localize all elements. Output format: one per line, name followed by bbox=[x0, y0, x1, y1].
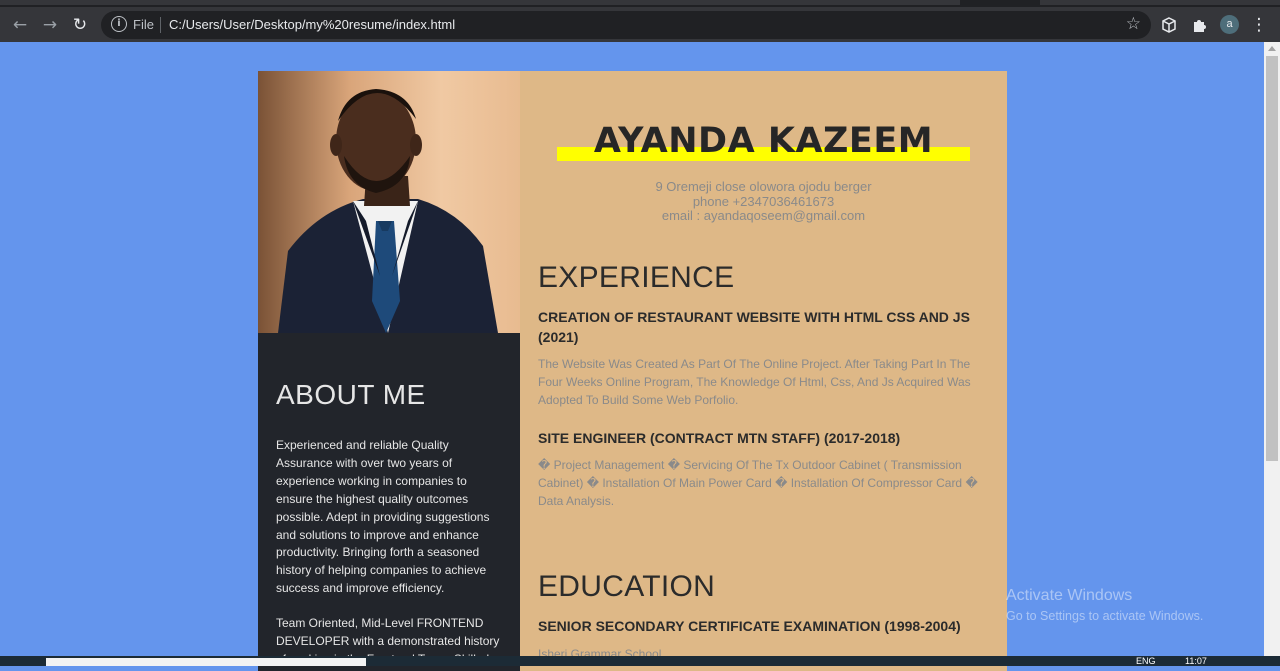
contact-email: email : ayandaqoseem@gmail.com bbox=[661, 208, 866, 223]
tray-language[interactable]: ENG bbox=[1136, 656, 1156, 666]
extension-cube-icon[interactable] bbox=[1158, 14, 1180, 36]
address-bar[interactable]: i File C:/Users/User/Desktop/my%20resume… bbox=[101, 11, 1151, 39]
scrollbar-thumb[interactable] bbox=[1266, 56, 1278, 461]
experience-item-description: � Project Management � Servicing Of The … bbox=[538, 458, 978, 508]
contact-phone: phone +2347036461673 bbox=[692, 193, 835, 209]
back-arrow-icon[interactable]: ← bbox=[9, 14, 31, 36]
reload-icon[interactable]: ↻ bbox=[69, 14, 91, 36]
about-paragraph: Experienced and reliable Quality Assuran… bbox=[276, 438, 490, 596]
scroll-up-arrow-icon[interactable] bbox=[1268, 46, 1276, 51]
experience-item-title: CREATION OF RESTAURANT WEBSITE WITH HTML… bbox=[538, 309, 970, 345]
url-text[interactable]: C:/Users/User/Desktop/my%20resume/index.… bbox=[169, 17, 455, 32]
resume-card: ABOUT ME Experienced and reliable Qualit… bbox=[258, 71, 1007, 671]
os-taskbar: ENG 11:07 bbox=[0, 656, 1280, 666]
bookmark-star-icon[interactable]: ☆ bbox=[1126, 14, 1141, 34]
name-header: AYANDA KAZEEM bbox=[557, 121, 970, 161]
about-title: ABOUT ME bbox=[276, 379, 426, 410]
url-scheme-label: File bbox=[133, 17, 154, 32]
experience-item-title: SITE ENGINEER (CONTRACT MTN STAFF) (2017… bbox=[538, 430, 901, 446]
tab-bar-segment[interactable] bbox=[0, 0, 960, 5]
page-scrollbar[interactable] bbox=[1264, 42, 1280, 656]
forward-arrow-icon[interactable]: → bbox=[39, 14, 61, 36]
activate-windows-watermark: Activate Windows bbox=[1006, 587, 1133, 604]
experience-title: EXPERIENCE bbox=[538, 261, 735, 294]
tab-bar-segment[interactable] bbox=[1040, 0, 1280, 5]
menu-kebab-icon[interactable]: ⋮ bbox=[1248, 14, 1270, 36]
contact-block: 9 Oremeji close olowora ojodu berger pho… bbox=[520, 179, 1007, 224]
info-icon[interactable]: i bbox=[111, 16, 127, 32]
activate-windows-hint: Go to Settings to activate Windows. bbox=[1006, 609, 1204, 623]
full-name: AYANDA KAZEEM bbox=[593, 121, 934, 161]
contact-address: 9 Oremeji close olowora ojodu berger bbox=[655, 179, 872, 194]
profile-photo bbox=[258, 71, 520, 333]
experience-item-description: The Website Was Created As Part Of The O… bbox=[538, 357, 971, 407]
profile-avatar[interactable]: a bbox=[1220, 15, 1239, 34]
tray-clock[interactable]: 11:07 bbox=[1185, 656, 1207, 666]
taskbar-search-box[interactable] bbox=[46, 658, 366, 666]
extensions-puzzle-icon[interactable] bbox=[1188, 14, 1210, 36]
browser-toolbar: ← → ↻ i File C:/Users/User/Desktop/my%20… bbox=[0, 7, 1280, 42]
resume-main: AYANDA KAZEEM 9 Oremeji close olowora oj… bbox=[520, 71, 1007, 671]
address-separator bbox=[160, 17, 161, 33]
education-title: EDUCATION bbox=[538, 570, 716, 603]
resume-sidebar: ABOUT ME Experienced and reliable Qualit… bbox=[258, 71, 520, 671]
tab-strip bbox=[0, 0, 1280, 7]
education-item-title: SENIOR SECONDARY CERTIFICATE EXAMINATION… bbox=[538, 618, 961, 634]
